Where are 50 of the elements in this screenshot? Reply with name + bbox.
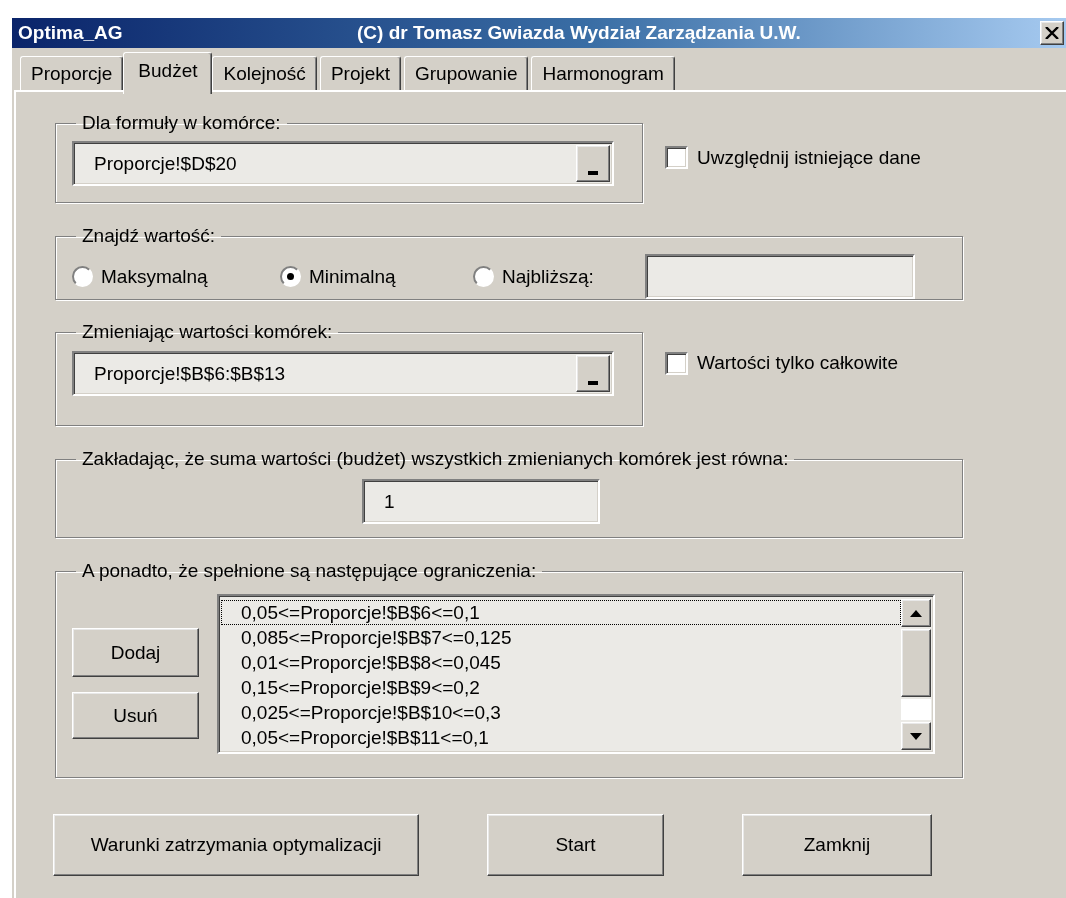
dialog-button[interactable]: Warunki zatrzymania optymalizacji [53,814,419,876]
tab[interactable]: Harmonogram [531,56,675,90]
collapse-button[interactable] [576,145,610,182]
constraint-list[interactable]: 0,05<=Proporcje!$B$6<=0,1 0,085<=Proporcje!$B$7<=0,125 0,01<=Proporcje!$B$8<=0,045 0,15<=Proporcje!$B$9<=0,2 0,025<=Proporcje!$B$10<=0,3 0,05<=Proporcje!$B$11<=0,1 [217,594,935,754]
tab[interactable]: Kolejność [212,56,317,90]
checkbox-label: Wartości tylko całkowite [697,352,898,374]
checkbox-label: Uwzględnij istniejące dane [697,146,921,169]
tab[interactable]: Projekt [319,56,401,90]
reference-field[interactable]: Proporcje!$D$20 [72,141,614,186]
radio-button[interactable] [473,266,494,287]
reference-field[interactable]: Proporcje!$B$6:$B$13 [72,351,614,396]
radio-label: Najbliższą: [502,265,594,288]
group-label: Znajdź wartość: [81,225,217,247]
scroll-thumb[interactable] [901,629,931,697]
radio-button[interactable] [72,266,93,287]
group-label: Dla formuły w komórce: [81,112,282,134]
group-label: Zakładając, że suma wartości (budżet) wszystkich zmienianych komórek jest równa: [81,448,790,470]
list-item[interactable]: 0,15<=Proporcje!$B$9<=0,2 [221,675,901,700]
underscore-icon [588,171,598,175]
group-label: Zmieniając wartości komórek: [81,321,334,343]
checkbox[interactable] [665,351,688,375]
copyright-text: (C) dr Tomasz Gwiazda Wydział Zarządzania U.W. [357,22,801,44]
list-item[interactable]: 0,085<=Proporcje!$B$7<=0,125 [221,625,901,650]
underscore-icon [588,381,598,385]
input-field[interactable]: 1 [362,479,600,524]
side-button[interactable]: Usuń [72,692,199,739]
side-button[interactable]: Dodaj [72,628,199,677]
scroll-track[interactable] [901,699,931,720]
tab[interactable]: Proporcje [20,56,124,90]
list-item[interactable]: 0,025<=Proporcje!$B$10<=0,3 [221,700,901,725]
radio-label: Maksymalną [101,265,208,288]
list-item[interactable]: 0,05<=Proporcje!$B$11<=0,1 [221,725,901,750]
list-item[interactable]: 0,05<=Proporcje!$B$6<=0,1 [221,600,901,625]
list-item[interactable]: 0,01<=Proporcje!$B$8<=0,045 [221,650,901,675]
radio-button[interactable] [280,266,301,287]
dialog-button[interactable]: Start [487,814,664,876]
scrollbar[interactable] [901,599,931,750]
radio-label: Minimalną [309,265,396,288]
up-arrow-icon[interactable] [910,609,922,617]
collapse-button[interactable] [576,355,610,392]
window-title: Optima_AG [18,22,124,44]
dialog-button[interactable]: Zamknij [742,814,932,876]
input-field[interactable] [645,254,915,299]
close-icon [1045,27,1059,39]
group-label: A ponadto, że spełnione są następujące ograniczenia: [81,560,538,582]
down-arrow-icon[interactable] [910,732,922,740]
tab[interactable]: Budżet [123,52,213,94]
checkbox[interactable] [665,146,688,169]
close-button[interactable] [1040,21,1064,45]
tab[interactable]: Grupowanie [404,56,529,90]
